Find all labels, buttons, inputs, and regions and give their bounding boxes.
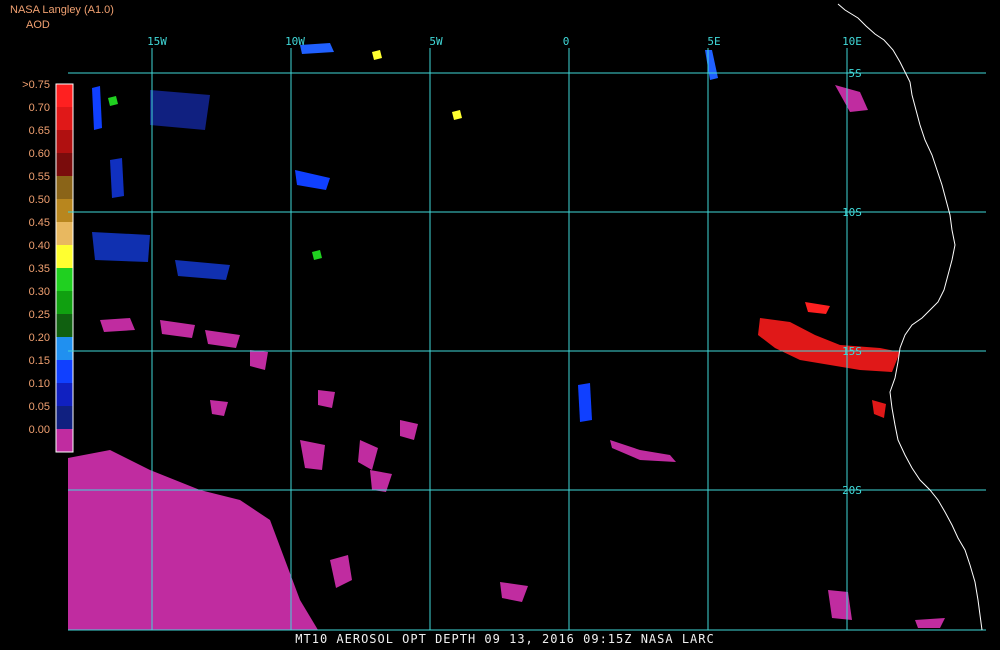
scale-swatch [56,291,73,314]
aod-field-low [330,555,352,588]
aod-field-low [300,440,325,470]
aod-field-low [160,320,195,338]
scale-swatch [56,337,73,360]
color-scale-bar [55,83,74,453]
lon-label: 5E [707,35,720,48]
footer-caption: MT10 AEROSOL OPT DEPTH 09 13, 2016 09:15… [295,632,715,646]
aod-field-low [370,470,392,492]
lat-label: 15S [842,345,862,358]
lat-label: 10S [842,206,862,219]
scale-swatch [56,383,73,406]
aod-field-blue [295,170,330,190]
aod-field-low [250,350,268,370]
scale-swatch [56,268,73,291]
aod-field-low [828,590,852,620]
scale-swatch [56,360,73,383]
grid-labels: 15W 10W 5W 0 5E 10E 5S 10S 15S 20S [147,35,862,497]
aod-field-low [210,400,228,416]
lon-label: 15W [147,35,167,48]
aod-field-yellow [372,50,382,60]
lat-label: 5S [848,67,861,80]
aod-field-green [312,250,322,260]
scale-swatch [56,199,73,222]
aod-retrievals [68,43,945,630]
aod-field-low [610,440,676,462]
lat-label: 20S [842,484,862,497]
aod-field-low [835,85,868,112]
aod-field-blue [300,43,334,54]
scale-swatch [56,107,73,130]
aod-field-low [205,330,240,348]
scale-swatch [56,153,73,176]
scale-swatch [56,130,73,153]
lon-label: 10E [842,35,862,48]
scale-swatch [56,222,73,245]
scale-swatch [56,429,73,452]
scale-swatch [56,176,73,199]
scale-swatch [56,84,73,107]
aod-plume-high [872,400,886,418]
aod-field-green [108,96,118,106]
aod-field-blue [150,90,210,130]
scale-swatch [56,245,73,268]
lon-label: 10W [285,35,305,48]
aod-field-low [318,390,335,408]
aod-field-blue [92,86,102,130]
aod-field-blue [110,158,124,198]
aod-map: 15W 10W 5W 0 5E 10E 5S 10S 15S 20S [55,3,986,631]
aod-field-blue [175,260,230,280]
aod-field-low [915,618,945,628]
aod-field-low [358,440,378,470]
scale-swatch [56,314,73,337]
aod-field-low [100,318,135,332]
aod-plume-high [758,318,900,372]
aod-plume-high [805,302,830,314]
aod-field-low [500,582,528,602]
lon-label: 5W [429,35,443,48]
aod-field-yellow [452,110,462,120]
aod-field-low [400,420,418,440]
aod-field-blue [578,383,592,422]
scale-swatch [56,406,73,429]
aod-field-blue [92,232,150,262]
aod-field-blue [705,50,718,80]
lon-label: 0 [563,35,570,48]
